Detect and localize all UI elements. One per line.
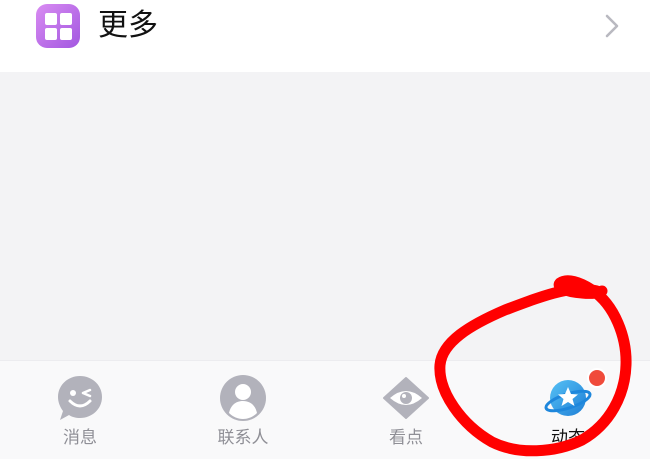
- tab-messages[interactable]: 消息: [20, 361, 140, 459]
- tab-feed[interactable]: 动态: [508, 361, 628, 459]
- wink-face-bubble-icon: [58, 376, 102, 420]
- tab-watch-label: 看点: [389, 428, 423, 448]
- more-label: 更多: [98, 8, 158, 43]
- more-row[interactable]: 更多: [0, 0, 650, 72]
- tab-watch[interactable]: 看点: [346, 361, 466, 459]
- tab-bar: 消息 联系人 看点 动态: [0, 360, 650, 459]
- planet-star-icon: [544, 380, 592, 416]
- notification-badge: [587, 368, 607, 388]
- eye-icon: [383, 377, 429, 419]
- tab-messages-label: 消息: [63, 428, 97, 448]
- chevron-right-icon: [605, 14, 619, 38]
- grid-apps-icon: [36, 4, 80, 48]
- tab-feed-label: 动态: [551, 428, 585, 448]
- tab-contacts-label: 联系人: [217, 428, 269, 448]
- person-avatar-icon: [220, 375, 266, 421]
- tab-contacts[interactable]: 联系人: [183, 361, 303, 459]
